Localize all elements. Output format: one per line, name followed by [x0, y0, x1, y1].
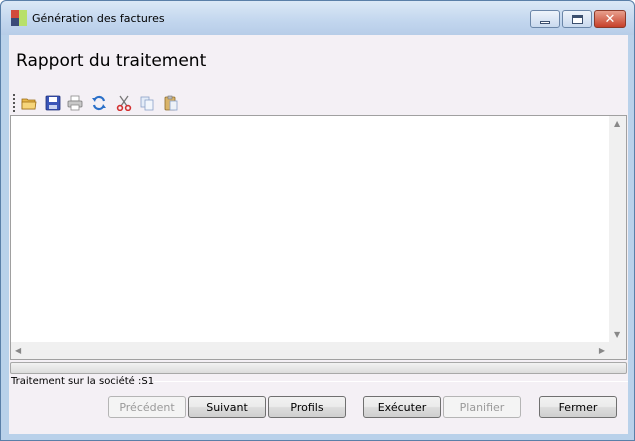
main-window: Génération des factures ✕ Rapport du tra…: [0, 0, 635, 441]
toolbar-grip[interactable]: [13, 94, 15, 112]
schedule-button[interactable]: Planifier: [443, 396, 521, 418]
copy-icon: [140, 96, 154, 111]
minimize-icon: [540, 20, 550, 24]
title-bar[interactable]: Génération des factures ✕: [1, 1, 634, 35]
progress-bar: [10, 362, 627, 374]
report-textarea[interactable]: ▲ ▼ ◀ ▶: [10, 115, 627, 360]
save-icon: [45, 95, 61, 111]
maximize-icon: [571, 14, 583, 24]
scroll-down-icon[interactable]: ▼: [614, 330, 620, 339]
open-button[interactable]: [19, 93, 39, 113]
close-icon: ✕: [604, 11, 616, 27]
profiles-button[interactable]: Profils: [268, 396, 346, 418]
open-folder-icon: [21, 98, 37, 110]
minimize-button[interactable]: [530, 10, 560, 28]
next-button[interactable]: Suivant: [188, 396, 266, 418]
maximize-button[interactable]: [562, 10, 592, 28]
status-divider: [154, 381, 628, 382]
close-button[interactable]: Fermer: [539, 396, 617, 418]
copy-button[interactable]: [137, 93, 157, 113]
scroll-corner: [609, 342, 626, 359]
refresh-icon: [92, 95, 106, 111]
app-icon: [11, 10, 27, 26]
refresh-button[interactable]: [89, 93, 109, 113]
toolbar: [12, 92, 212, 114]
status-group: Traitement sur la société :S1: [11, 376, 628, 388]
vertical-scrollbar[interactable]: ▲ ▼: [609, 116, 626, 342]
window-title: Génération des factures: [32, 12, 165, 25]
previous-button[interactable]: Précédent: [108, 396, 186, 418]
scroll-left-icon[interactable]: ◀: [15, 346, 21, 355]
paste-icon: [164, 95, 178, 111]
scroll-up-icon[interactable]: ▲: [614, 119, 620, 128]
cut-icon: [116, 95, 132, 111]
close-window-button[interactable]: ✕: [594, 10, 626, 28]
print-icon: [67, 95, 83, 111]
execute-button[interactable]: Exécuter: [363, 396, 441, 418]
status-label: Traitement sur la société :S1: [11, 376, 155, 387]
print-button[interactable]: [65, 93, 85, 113]
client-area: Rapport du traitement ▲ ▼ ◀ ▶ Traitement…: [9, 35, 628, 434]
page-title: Rapport du traitement: [16, 51, 207, 71]
paste-button[interactable]: [161, 93, 181, 113]
scroll-right-icon[interactable]: ▶: [599, 346, 605, 355]
cut-button[interactable]: [114, 93, 134, 113]
save-button[interactable]: [43, 93, 63, 113]
horizontal-scrollbar[interactable]: ◀ ▶: [11, 342, 609, 359]
